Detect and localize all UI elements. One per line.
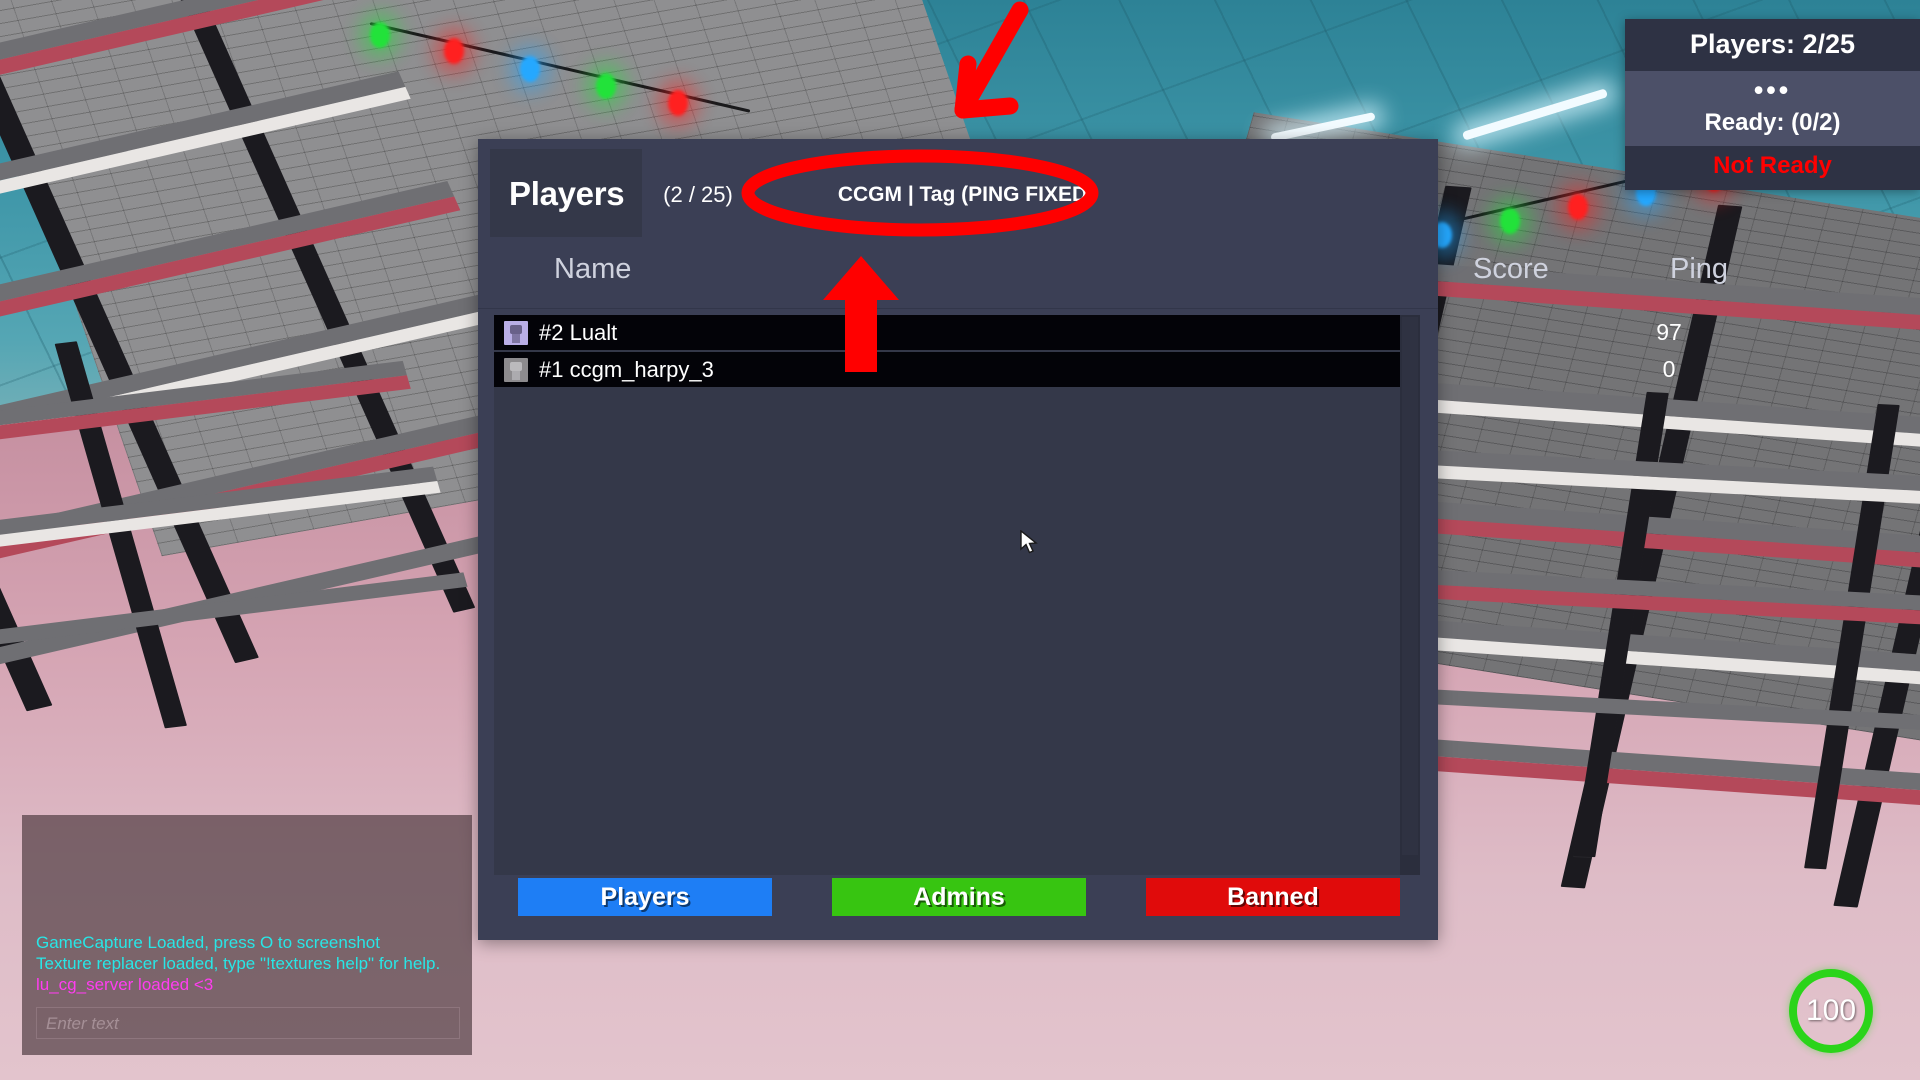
list-item: GameCapture Loaded, press O to screensho… bbox=[36, 933, 380, 952]
bulb-red bbox=[444, 38, 464, 64]
status-badge: Not Ready bbox=[1625, 146, 1920, 191]
table-row[interactable]: #1 ccgm_harpy_3 0 bbox=[494, 352, 1675, 387]
hud-dots: ••• bbox=[1753, 75, 1792, 105]
list-item: Texture replacer loaded, type "!textures… bbox=[36, 954, 441, 973]
bulb-red-2 bbox=[668, 90, 688, 116]
health-indicator: 100 bbox=[1789, 969, 1873, 1053]
players-scoreboard-panel: Players (2 / 25) CCGM | Tag (PING FIXED)… bbox=[478, 139, 1728, 940]
admins-tab-button[interactable]: Admins bbox=[832, 878, 1086, 916]
player-name: #2 Lualt bbox=[539, 319, 618, 345]
players-tab-button[interactable]: Players bbox=[518, 878, 772, 916]
hud-ready-count: Ready: (0/2) bbox=[1704, 109, 1841, 137]
hud-player-count: Players: 2/25 bbox=[1625, 19, 1920, 71]
bulb-green bbox=[370, 22, 390, 48]
player-count: (2 / 25) bbox=[663, 182, 733, 207]
avatar bbox=[504, 320, 528, 345]
player-name: #1 ccgm_harpy_3 bbox=[539, 356, 714, 382]
scoreboard-header: Players (2 / 25) CCGM | Tag (PING FIXED) bbox=[478, 139, 1438, 247]
scoreboard-footer: Players Admins Banned bbox=[478, 854, 1438, 940]
scrollbar-thumb[interactable] bbox=[1402, 317, 1418, 855]
chat-message-list: GameCapture Loaded, press O to screensho… bbox=[36, 932, 466, 995]
banned-tab-button[interactable]: Banned bbox=[1146, 878, 1400, 916]
server-tag-label: CCGM | Tag (PING FIXED) bbox=[837, 183, 1095, 206]
bulb-blue bbox=[520, 56, 540, 82]
player-list: #2 Lualt 97 #1 ccgm_harpy_3 0 bbox=[494, 315, 1682, 875]
scrollbar[interactable] bbox=[1400, 315, 1420, 875]
table-row[interactable]: #2 Lualt 97 bbox=[494, 315, 1682, 350]
chat-input-placeholder: Enter text bbox=[46, 1014, 119, 1033]
bulb-red-r bbox=[1568, 194, 1588, 220]
ready-status-hud: Players: 2/25 ••• Ready: (0/2) Not Ready bbox=[1625, 19, 1920, 191]
chat-input[interactable]: Enter text bbox=[36, 1007, 460, 1039]
list-item: lu_cg_server loaded <3 bbox=[36, 975, 214, 994]
mouse-cursor bbox=[1020, 530, 1038, 554]
scoreboard-column-headers: Name Score Ping bbox=[478, 247, 1728, 309]
bulb-green-2 bbox=[596, 73, 616, 99]
chat-console: GameCapture Loaded, press O to screensho… bbox=[22, 815, 472, 1055]
bulb-green-r bbox=[1500, 208, 1520, 234]
health-value: 100 bbox=[1805, 994, 1857, 1027]
player-ping: 97 bbox=[1656, 319, 1682, 345]
hud-middle-section: ••• Ready: (0/2) bbox=[1625, 71, 1920, 147]
page-title: Players bbox=[509, 175, 625, 212]
player-ping: 0 bbox=[1662, 356, 1676, 382]
column-header-name: Name bbox=[554, 253, 632, 285]
avatar bbox=[504, 357, 528, 382]
column-header-ping: Ping bbox=[1670, 253, 1729, 285]
column-header-score: Score bbox=[1473, 253, 1549, 285]
